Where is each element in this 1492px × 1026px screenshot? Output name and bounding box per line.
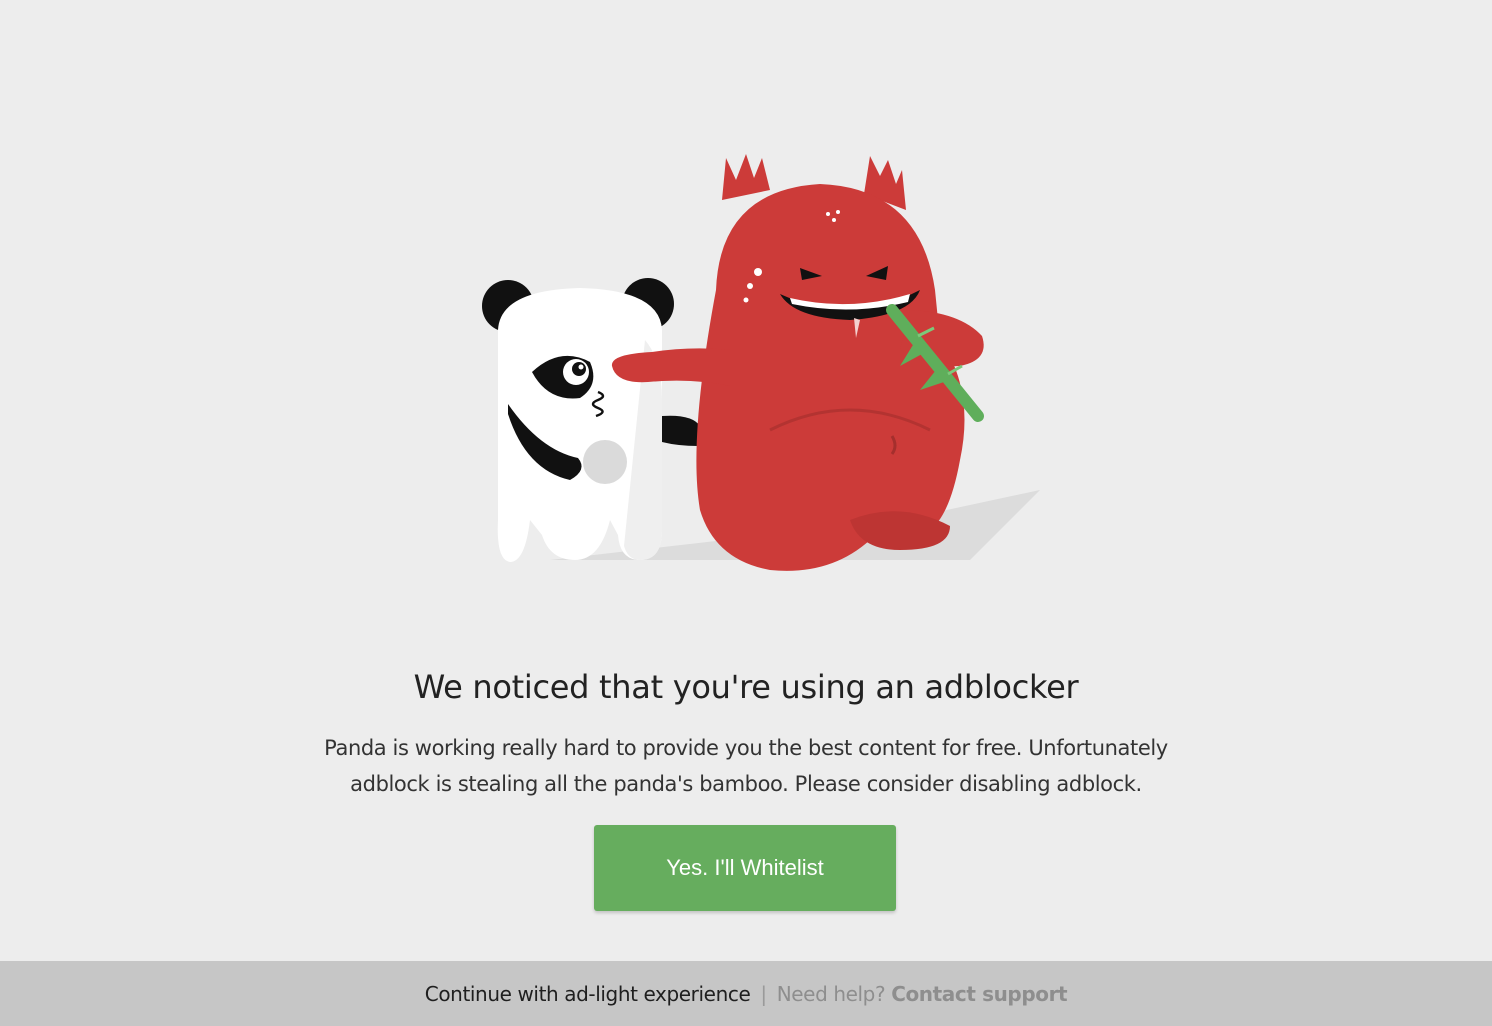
page-title: We noticed that you're using an adblocke… <box>413 668 1079 706</box>
illustration <box>482 154 1040 571</box>
continue-ad-light-link[interactable]: Continue with ad-light experience <box>425 982 751 1006</box>
footer-divider: | <box>760 981 767 1006</box>
description-line-1: Panda is working really hard to provide … <box>324 736 1168 760</box>
contact-support-link[interactable]: Contact support <box>891 982 1067 1006</box>
description-line-2: adblock is stealing all the panda's bamb… <box>350 772 1142 796</box>
footer-bar: Continue with ad-light experience | Need… <box>0 961 1492 1026</box>
whitelist-button[interactable]: Yes. I'll Whitelist <box>594 825 896 911</box>
adblock-modal: We noticed that you're using an adblocke… <box>0 0 1492 1026</box>
need-help-text: Need help? <box>776 981 886 1006</box>
description: Panda is working really hard to provide … <box>300 730 1192 802</box>
panda-icon <box>482 278 700 562</box>
